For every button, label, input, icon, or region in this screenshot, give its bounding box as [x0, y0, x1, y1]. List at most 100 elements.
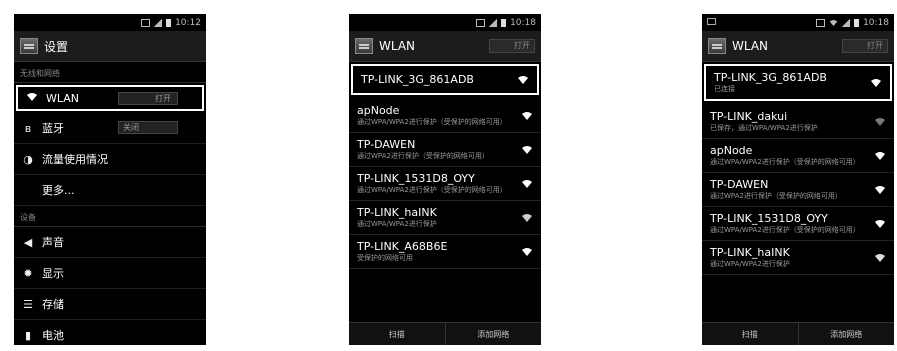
- status-time: 10:18: [510, 17, 536, 28]
- bottom-action-bar: 扫描 添加网络: [349, 322, 541, 345]
- network-status: 通过WPA/WPA2进行保护（受保护的网络可用）: [710, 158, 860, 166]
- settings-item-wlan[interactable]: WLAN 打开: [16, 85, 204, 111]
- action-bar: WLAN 打开: [702, 31, 894, 62]
- network-name: TP-LINK_haINK: [357, 206, 437, 219]
- network-item[interactable]: TP-LINK_3G_861ADB: [351, 64, 539, 95]
- data-usage-icon: ◑: [23, 152, 33, 166]
- network-item[interactable]: TP-LINK_1531D8_OYY 通过WPA/WPA2进行保护（受保护的网络…: [349, 167, 541, 201]
- settings-app-icon[interactable]: [708, 38, 726, 54]
- signal-icon: [489, 18, 498, 27]
- network-name: TP-LINK_A68B6E: [357, 240, 448, 253]
- settings-app-icon[interactable]: [355, 38, 373, 54]
- wifi-lock-icon: [875, 253, 885, 262]
- wlan-toggle[interactable]: 打开: [118, 92, 178, 105]
- wlan-screen-connected: 10:18 WLAN 打开 TP-LINK_3G_861ADB 已连接 TP-L…: [702, 14, 894, 345]
- settings-item-bluetooth[interactable]: ʙ 蓝牙 关闭: [14, 113, 206, 144]
- network-item[interactable]: TP-LINK_1531D8_OYY 通过WPA/WPA2进行保护（受保护的网络…: [702, 207, 894, 241]
- wifi-lock-icon: [875, 185, 885, 194]
- network-status: 已连接: [714, 85, 735, 93]
- settings-item-label: 电池: [42, 329, 64, 342]
- battery-status-icon: [166, 18, 172, 27]
- status-time: 10:18: [863, 17, 889, 28]
- scan-button[interactable]: 扫描: [349, 323, 445, 345]
- sync-icon: [476, 18, 486, 27]
- settings-item-label: 流量使用情况: [42, 153, 108, 166]
- page-title: WLAN: [732, 39, 769, 53]
- bluetooth-icon: ʙ: [24, 121, 32, 135]
- storage-icon: ☰: [23, 297, 33, 311]
- status-time: 10:12: [175, 17, 201, 28]
- settings-screen: 10:12 设置 无线和网络 WLAN 打开 ʙ 蓝牙 关闭 ◑ 流量使用情况 …: [14, 14, 206, 345]
- network-name: apNode: [357, 104, 400, 117]
- settings-item-label: 声音: [42, 236, 64, 249]
- notification-icon: [707, 18, 716, 25]
- settings-item-label: 显示: [42, 267, 64, 280]
- wifi-lock-icon: [522, 179, 532, 188]
- network-name: TP-DAWEN: [357, 138, 416, 151]
- status-bar: 10:12: [14, 14, 206, 31]
- bluetooth-toggle[interactable]: 关闭: [118, 121, 178, 134]
- action-bar: 设置: [14, 31, 206, 62]
- network-item-connected[interactable]: TP-LINK_3G_861ADB 已连接: [704, 64, 892, 101]
- network-status: 通过WPA/WPA2进行保护（受保护的网络可用）: [357, 118, 507, 126]
- network-status: 通过WPA/WPA2进行保护（受保护的网络可用）: [357, 186, 507, 194]
- settings-item-sound[interactable]: ◀ 声音: [14, 227, 206, 258]
- settings-item-more[interactable]: 更多...: [14, 175, 206, 206]
- wifi-signal-icon: [518, 75, 528, 84]
- network-item[interactable]: TP-LINK_haINK 通过WPA/WPA2进行保护: [702, 241, 894, 275]
- network-item[interactable]: TP-DAWEN 通过WPA2进行保护（受保护的网络可用）: [702, 173, 894, 207]
- network-name: TP-LINK_1531D8_OYY: [710, 212, 828, 225]
- network-name: TP-DAWEN: [710, 178, 769, 191]
- wifi-status-icon: [829, 19, 838, 26]
- status-bar: 10:18: [702, 14, 894, 31]
- network-item[interactable]: TP-DAWEN 通过WPA2进行保护（受保护的网络可用）: [349, 133, 541, 167]
- battery-status-icon: [854, 18, 860, 27]
- wifi-lock-icon: [522, 111, 532, 120]
- network-name: TP-LINK_3G_861ADB: [361, 73, 474, 86]
- wifi-lock-icon: [522, 145, 532, 154]
- network-status: 通过WPA/WPA2进行保护: [710, 260, 790, 268]
- settings-item-data-usage[interactable]: ◑ 流量使用情况: [14, 144, 206, 175]
- network-status: 通过WPA2进行保护（受保护的网络可用）: [357, 152, 489, 160]
- wifi-lock-icon: [522, 213, 532, 222]
- settings-item-display[interactable]: ✹ 显示: [14, 258, 206, 289]
- battery-icon: ▮: [24, 328, 32, 342]
- signal-icon: [154, 18, 163, 27]
- section-header-wireless: 无线和网络: [14, 62, 206, 83]
- wlan-toggle[interactable]: 打开: [489, 39, 535, 53]
- network-item[interactable]: TP-LINK_dakui 已保存，通过WPA/WPA2进行保护: [702, 105, 894, 139]
- wlan-toggle[interactable]: 打开: [842, 39, 888, 53]
- bottom-action-bar: 扫描 添加网络: [702, 322, 894, 345]
- settings-item-label: 存储: [42, 298, 64, 311]
- page-title: WLAN: [379, 39, 416, 53]
- wifi-lock-icon: [875, 117, 885, 126]
- page-title: 设置: [44, 39, 69, 54]
- network-status: 已保存，通过WPA/WPA2进行保护: [710, 124, 818, 132]
- network-name: TP-LINK_dakui: [710, 110, 788, 123]
- settings-item-label: 更多...: [42, 184, 75, 197]
- network-item[interactable]: apNode 通过WPA/WPA2进行保护（受保护的网络可用）: [702, 139, 894, 173]
- wifi-signal-icon: [871, 78, 881, 87]
- network-name: TP-LINK_haINK: [710, 246, 790, 259]
- add-network-button[interactable]: 添加网络: [444, 323, 542, 345]
- network-item[interactable]: TP-LINK_haINK 通过WPA/WPA2进行保护: [349, 201, 541, 235]
- battery-status-icon: [501, 18, 507, 27]
- network-item[interactable]: apNode 通过WPA/WPA2进行保护（受保护的网络可用）: [349, 99, 541, 133]
- network-status: 通过WPA/WPA2进行保护（受保护的网络可用）: [710, 226, 860, 234]
- settings-item-battery[interactable]: ▮ 电池: [14, 320, 206, 345]
- network-status: 通过WPA/WPA2进行保护: [357, 220, 437, 228]
- sync-icon: [816, 18, 826, 27]
- section-header-device: 设备: [14, 206, 206, 227]
- settings-app-icon[interactable]: [20, 38, 38, 54]
- wifi-signal-icon: [522, 247, 532, 256]
- network-name: apNode: [710, 144, 753, 157]
- network-item[interactable]: TP-LINK_A68B6E 受保护的网络可用: [349, 235, 541, 269]
- network-status: 受保护的网络可用: [357, 254, 413, 262]
- network-status: 通过WPA2进行保护（受保护的网络可用）: [710, 192, 842, 200]
- settings-item-label: 蓝牙: [42, 122, 64, 135]
- settings-item-storage[interactable]: ☰ 存储: [14, 289, 206, 320]
- network-name: TP-LINK_3G_861ADB: [714, 71, 827, 84]
- wifi-lock-icon: [875, 219, 885, 228]
- scan-button[interactable]: 扫描: [702, 323, 798, 345]
- add-network-button[interactable]: 添加网络: [797, 323, 895, 345]
